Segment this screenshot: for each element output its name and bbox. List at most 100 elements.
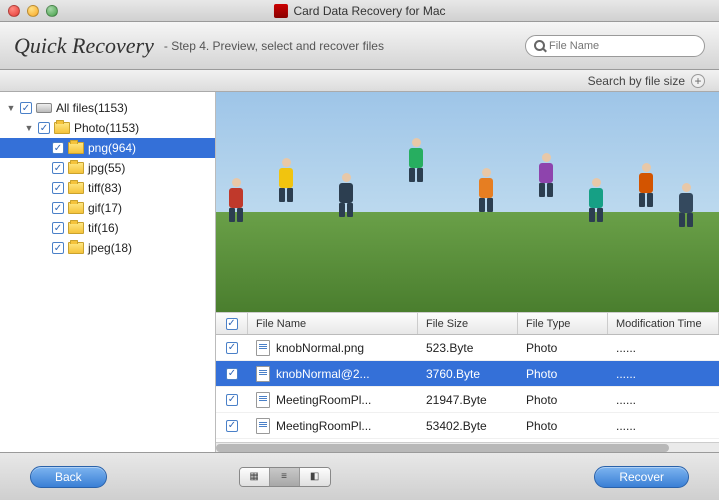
preview-person bbox=[676, 183, 696, 227]
tree-category[interactable]: jpeg(18) bbox=[0, 238, 215, 258]
tree-label: png(964) bbox=[88, 141, 136, 155]
search-input[interactable] bbox=[549, 40, 696, 52]
tree-label: Photo(1153) bbox=[74, 121, 139, 135]
col-filename[interactable]: File Name bbox=[248, 313, 418, 334]
checkbox[interactable] bbox=[226, 342, 238, 354]
cell-mtime: ...... bbox=[608, 419, 719, 433]
cell-filetype: Photo bbox=[518, 367, 608, 381]
view-mode-segment[interactable]: ▦ ≡ ◧ bbox=[239, 467, 331, 487]
window-title-text: Card Data Recovery for Mac bbox=[293, 4, 445, 18]
folder-icon bbox=[54, 122, 70, 134]
checkbox[interactable] bbox=[52, 202, 64, 214]
grid-view-icon[interactable]: ▦ bbox=[240, 468, 270, 486]
tree-category[interactable]: tif(16) bbox=[0, 218, 215, 238]
table-row[interactable]: MeetingRoomPl...53402.BytePhoto...... bbox=[216, 413, 719, 439]
cell-filesize: 523.Byte bbox=[418, 341, 518, 355]
cell-filename: knobNormal@2... bbox=[276, 367, 370, 381]
tree-category[interactable]: jpg(55) bbox=[0, 158, 215, 178]
chevron-down-icon[interactable]: ▼ bbox=[24, 123, 34, 133]
search-field[interactable] bbox=[525, 35, 705, 57]
col-filesize[interactable]: File Size bbox=[418, 313, 518, 334]
preview-person bbox=[226, 178, 246, 222]
checkbox[interactable] bbox=[52, 142, 64, 154]
cell-filetype: Photo bbox=[518, 393, 608, 407]
content-pane: File Name File Size File Type Modificati… bbox=[216, 92, 719, 452]
cell-mtime: ...... bbox=[608, 341, 719, 355]
file-icon bbox=[256, 418, 270, 434]
main-content: ▼ All files(1153) ▼ Photo(1153) png(964)… bbox=[0, 92, 719, 452]
tree-all-files[interactable]: ▼ All files(1153) bbox=[0, 98, 215, 118]
window-title: Card Data Recovery for Mac bbox=[273, 4, 445, 18]
cell-filesize: 3760.Byte bbox=[418, 367, 518, 381]
header: Quick Recovery - Step 4. Preview, select… bbox=[0, 22, 719, 70]
window-controls bbox=[8, 5, 58, 17]
checkbox[interactable] bbox=[52, 242, 64, 254]
cell-filesize: 53402.Byte bbox=[418, 419, 518, 433]
cell-mtime: ...... bbox=[608, 367, 719, 381]
folder-icon bbox=[68, 142, 84, 154]
page-subtitle: - Step 4. Preview, select and recover fi… bbox=[164, 39, 384, 53]
checkbox[interactable] bbox=[20, 102, 32, 114]
tree-category[interactable]: tiff(83) bbox=[0, 178, 215, 198]
chevron-down-icon[interactable]: ▼ bbox=[6, 103, 16, 113]
checkbox[interactable] bbox=[52, 182, 64, 194]
folder-icon bbox=[68, 182, 84, 194]
zoom-icon[interactable] bbox=[46, 5, 58, 17]
footer: Back ▦ ≡ ◧ Recover bbox=[0, 452, 719, 500]
checkbox[interactable] bbox=[226, 368, 238, 380]
table-header: File Name File Size File Type Modificati… bbox=[216, 313, 719, 335]
file-icon bbox=[256, 340, 270, 356]
titlebar: Card Data Recovery for Mac bbox=[0, 0, 719, 22]
preview-person bbox=[586, 178, 606, 222]
filter-label: Search by file size bbox=[588, 74, 685, 88]
cell-filetype: Photo bbox=[518, 341, 608, 355]
preview-person bbox=[636, 163, 656, 207]
folder-icon bbox=[68, 162, 84, 174]
tree-category[interactable]: gif(17) bbox=[0, 198, 215, 218]
checkbox[interactable] bbox=[226, 420, 238, 432]
preview-person bbox=[406, 138, 426, 182]
back-button[interactable]: Back bbox=[30, 466, 107, 488]
table-row[interactable]: knobNormal@2... 3760.BytePhoto...... bbox=[216, 361, 719, 387]
cell-filetype: Photo bbox=[518, 419, 608, 433]
folder-icon bbox=[68, 202, 84, 214]
table-row[interactable]: knobNormal.png523.BytePhoto...... bbox=[216, 335, 719, 361]
cell-filename: MeetingRoomPl... bbox=[276, 393, 371, 407]
filter-bar: Search by file size + bbox=[0, 70, 719, 92]
close-icon[interactable] bbox=[8, 5, 20, 17]
h-scrollbar[interactable] bbox=[216, 442, 719, 452]
file-table: File Name File Size File Type Modificati… bbox=[216, 312, 719, 442]
header-checkbox[interactable] bbox=[216, 313, 248, 334]
sidebar: ▼ All files(1153) ▼ Photo(1153) png(964)… bbox=[0, 92, 216, 452]
tree-category[interactable]: png(964) bbox=[0, 138, 215, 158]
recover-button[interactable]: Recover bbox=[594, 466, 689, 488]
table-row[interactable]: MeetingRoomPl... 21947.BytePhoto...... bbox=[216, 387, 719, 413]
minimize-icon[interactable] bbox=[27, 5, 39, 17]
file-icon bbox=[256, 366, 270, 382]
disk-icon bbox=[36, 103, 52, 113]
tree-label: gif(17) bbox=[88, 201, 122, 215]
page-title: Quick Recovery bbox=[14, 33, 154, 59]
cell-filesize: 21947.Byte bbox=[418, 393, 518, 407]
preview-person bbox=[336, 173, 356, 217]
cell-mtime: ...... bbox=[608, 393, 719, 407]
preview-person bbox=[276, 158, 296, 202]
add-filter-icon[interactable]: + bbox=[691, 74, 705, 88]
app-icon bbox=[273, 4, 287, 18]
checkbox[interactable] bbox=[38, 122, 50, 134]
tree-label: All files(1153) bbox=[56, 101, 128, 115]
checkbox[interactable] bbox=[226, 394, 238, 406]
checkbox[interactable] bbox=[52, 162, 64, 174]
tree-label: jpg(55) bbox=[88, 161, 125, 175]
preview-image bbox=[216, 92, 719, 312]
folder-icon bbox=[68, 242, 84, 254]
list-view-icon[interactable]: ≡ bbox=[270, 468, 300, 486]
tree-photo[interactable]: ▼ Photo(1153) bbox=[0, 118, 215, 138]
coverflow-view-icon[interactable]: ◧ bbox=[300, 468, 330, 486]
folder-icon bbox=[68, 222, 84, 234]
checkbox[interactable] bbox=[52, 222, 64, 234]
file-icon bbox=[256, 392, 270, 408]
preview-person bbox=[476, 168, 496, 212]
col-filetype[interactable]: File Type bbox=[518, 313, 608, 334]
col-mtime[interactable]: Modification Time bbox=[608, 313, 719, 334]
